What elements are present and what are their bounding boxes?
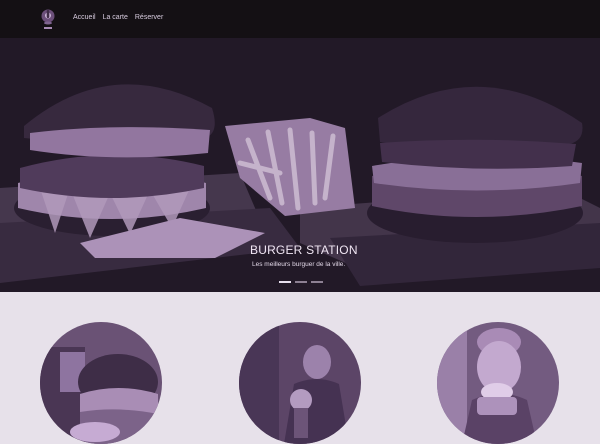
hero-title: BURGER STATION [250, 243, 358, 257]
hero-carousel: BURGER STATION Les meilleurs burguer de … [0, 38, 600, 292]
feature-image-chef [239, 322, 361, 444]
feature-image-burger [40, 322, 162, 444]
carousel-indicator-3[interactable] [311, 281, 323, 283]
chef-logo-icon[interactable] [38, 6, 58, 32]
nav-link-la-carte[interactable]: La carte [103, 13, 128, 23]
carousel-indicators [279, 281, 323, 283]
carousel-indicator-2[interactable] [295, 281, 307, 283]
nav-link-reserver[interactable]: Réserver [135, 13, 163, 23]
navbar: Accueil La carte Réserver [0, 0, 600, 38]
feature-image-boy-eating [437, 322, 559, 444]
hero-subtitle: Les meilleurs burguer de la ville. [252, 261, 346, 268]
nav-link-accueil[interactable]: Accueil [73, 13, 96, 23]
main-nav: Accueil La carte Réserver [73, 13, 163, 23]
carousel-indicator-1[interactable] [279, 281, 291, 283]
